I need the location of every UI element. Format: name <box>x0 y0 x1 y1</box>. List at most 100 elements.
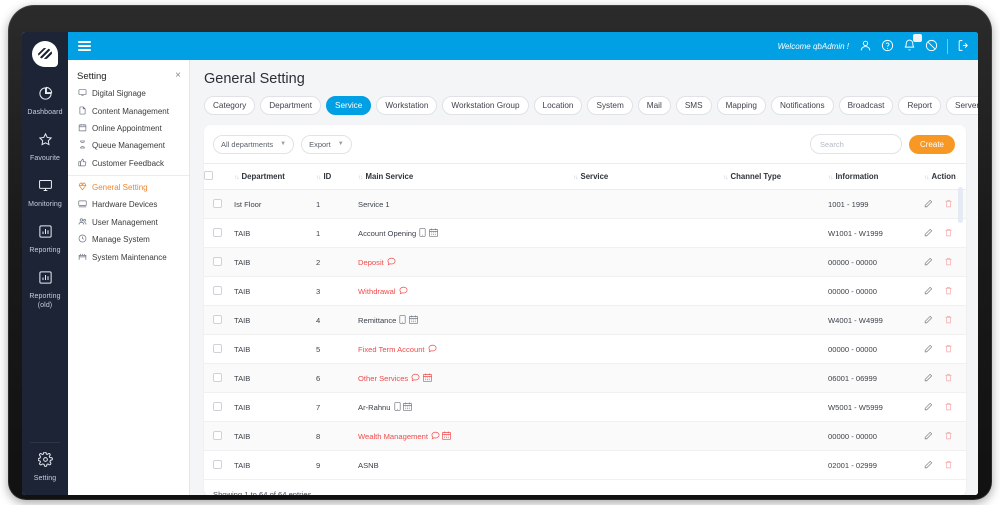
edit-icon[interactable] <box>924 344 933 355</box>
edit-icon[interactable] <box>924 286 933 297</box>
rail-item-favourite[interactable]: Favourite <box>22 125 68 171</box>
edit-icon[interactable] <box>924 402 933 413</box>
tab-location[interactable]: Location <box>533 96 583 115</box>
column-header-action[interactable]: ↑↓ Action <box>924 163 966 190</box>
app-logo-icon[interactable] <box>32 41 58 67</box>
delete-icon[interactable] <box>944 460 953 471</box>
tab-notifications[interactable]: Notifications <box>770 96 834 115</box>
edit-icon[interactable] <box>924 228 933 239</box>
rail-item-setting[interactable]: Setting <box>22 445 68 491</box>
cell-id: 6 <box>316 363 358 393</box>
close-icon[interactable]: × <box>175 71 181 81</box>
tab-mail[interactable]: Mail <box>637 96 671 115</box>
column-header-department[interactable]: ↑↓ Department <box>234 163 316 190</box>
select-all-checkbox[interactable] <box>204 171 213 180</box>
tab-service[interactable]: Service <box>326 96 372 115</box>
setting-item-hardware-devices[interactable]: Hardware Devices <box>68 196 189 213</box>
delete-icon[interactable] <box>944 431 953 442</box>
delete-icon[interactable] <box>944 257 953 268</box>
rail-item-reporting[interactable]: Reporting <box>22 217 68 263</box>
select-all-header[interactable] <box>204 163 234 190</box>
table-row[interactable]: TAIB 3 Withdrawal 00000 - 00000 <box>204 276 966 306</box>
tab-sms[interactable]: SMS <box>675 96 712 115</box>
tab-workstation-group[interactable]: Workstation Group <box>442 96 529 115</box>
cell-information-text: 00000 - 00000 <box>828 344 877 354</box>
table-row[interactable]: TAIB 2 Deposit 00000 - 00000 <box>204 247 966 277</box>
table-row[interactable]: TAIB 1 Account Opening W1001 - W1999 <box>204 218 966 248</box>
delete-icon[interactable] <box>944 228 953 239</box>
tab-report[interactable]: Report <box>898 96 942 115</box>
row-checkbox[interactable] <box>213 256 222 266</box>
rail-item-monitoring[interactable]: Monitoring <box>22 171 68 217</box>
edit-icon[interactable] <box>924 373 933 384</box>
export-dropdown[interactable]: Export ▼ <box>301 134 352 154</box>
delete-icon[interactable] <box>944 286 953 297</box>
row-checkbox[interactable] <box>213 343 222 353</box>
setting-item-system-maintenance[interactable]: System Maintenance <box>68 248 189 265</box>
tab-system[interactable]: System <box>587 96 633 115</box>
table-scrollbar-thumb[interactable] <box>958 187 963 223</box>
delete-icon[interactable] <box>944 315 953 326</box>
row-checkbox[interactable] <box>213 430 222 440</box>
table-row[interactable]: TAIB 9 ASNB 02001 - 02999 <box>204 450 966 480</box>
setting-panel-title: Setting <box>77 70 107 82</box>
user-account-icon[interactable] <box>859 39 872 54</box>
tab-broadcast[interactable]: Broadcast <box>838 96 894 115</box>
create-button[interactable]: Create <box>908 134 955 154</box>
rail-item-dashboard[interactable]: Dashboard <box>22 79 68 125</box>
edit-icon[interactable] <box>924 257 933 268</box>
row-checkbox[interactable] <box>213 372 222 382</box>
rail-item-reporting-old[interactable]: Reporting (old) <box>22 263 68 318</box>
setting-item-general-setting[interactable]: General Setting <box>68 179 189 196</box>
column-header-service[interactable]: ↑↓ Service <box>573 163 723 190</box>
column-header-channel-type[interactable]: ↑↓ Channel Type <box>723 163 828 190</box>
table-row[interactable]: TAIB 7 Ar-Rahnu W5001 - W5999 <box>204 392 966 422</box>
sort-icon: ↑↓ <box>234 174 239 181</box>
department-filter-select[interactable]: All departments ▼ <box>213 134 295 154</box>
delete-icon[interactable] <box>944 402 953 413</box>
notifications-bell-icon[interactable] <box>903 33 922 54</box>
setting-item-customer-feedback[interactable]: Customer Feedback <box>68 155 189 172</box>
tab-department[interactable]: Department <box>260 96 322 115</box>
power-off-icon[interactable] <box>925 39 938 54</box>
tab-category[interactable]: Category <box>204 96 256 115</box>
delete-icon[interactable] <box>944 199 953 210</box>
tab-server[interactable]: Server <box>946 96 978 115</box>
table-row[interactable]: TAIB 4 Remittance W4001 - W4999 <box>204 305 966 335</box>
setting-item-online-appointment[interactable]: Online Appointment <box>68 120 189 137</box>
monitor-icon <box>24 178 66 198</box>
tab-mapping[interactable]: Mapping <box>716 96 766 115</box>
hamburger-menu-icon[interactable] <box>78 39 91 54</box>
edit-icon[interactable] <box>924 431 933 442</box>
page-title: General Setting <box>204 71 305 87</box>
row-checkbox[interactable] <box>213 459 222 469</box>
row-checkbox[interactable] <box>213 285 222 295</box>
column-header-id[interactable]: ↑↓ ID <box>316 163 358 190</box>
table-head: ↑↓ Department ↑↓ ID ↑↓ Main Service ↑↓ Service ↑… <box>204 163 966 190</box>
edit-icon[interactable] <box>924 315 933 326</box>
logout-icon[interactable] <box>957 39 970 54</box>
row-checkbox[interactable] <box>213 401 222 411</box>
column-header-main-service[interactable]: ↑↓ Main Service <box>358 163 573 190</box>
setting-item-manage-system[interactable]: Manage System <box>68 231 189 248</box>
table-row[interactable]: TAIB 6 Other Services 06001 - 06999 <box>204 363 966 393</box>
setting-item-digital-signage[interactable]: Digital Signage <box>68 85 189 102</box>
delete-icon[interactable] <box>944 344 953 355</box>
setting-item-content-management[interactable]: Content Management <box>68 102 189 119</box>
table-row[interactable]: TAIB 8 Wealth Management 00000 - 00000 <box>204 421 966 451</box>
row-checkbox[interactable] <box>213 227 222 237</box>
edit-icon[interactable] <box>924 199 933 210</box>
setting-item-queue-management[interactable]: Queue Management <box>68 137 189 154</box>
edit-icon[interactable] <box>924 460 933 471</box>
column-header-information[interactable]: ↑↓ Information <box>828 163 924 190</box>
search-input[interactable] <box>809 134 902 154</box>
row-checkbox[interactable] <box>213 198 222 208</box>
setting-item-user-management[interactable]: User Management <box>68 214 189 231</box>
table-row[interactable]: Ist Floor 1 Service 1 1001 - 1999 <box>204 189 966 219</box>
help-circle-icon[interactable] <box>881 39 894 54</box>
table-row[interactable]: TAIB 5 Fixed Term Account 00000 - 00000 <box>204 334 966 364</box>
row-checkbox[interactable] <box>213 314 222 324</box>
tab-workstation[interactable]: Workstation <box>376 96 438 115</box>
delete-icon[interactable] <box>944 373 953 384</box>
sort-icon: ↑↓ <box>358 174 363 181</box>
